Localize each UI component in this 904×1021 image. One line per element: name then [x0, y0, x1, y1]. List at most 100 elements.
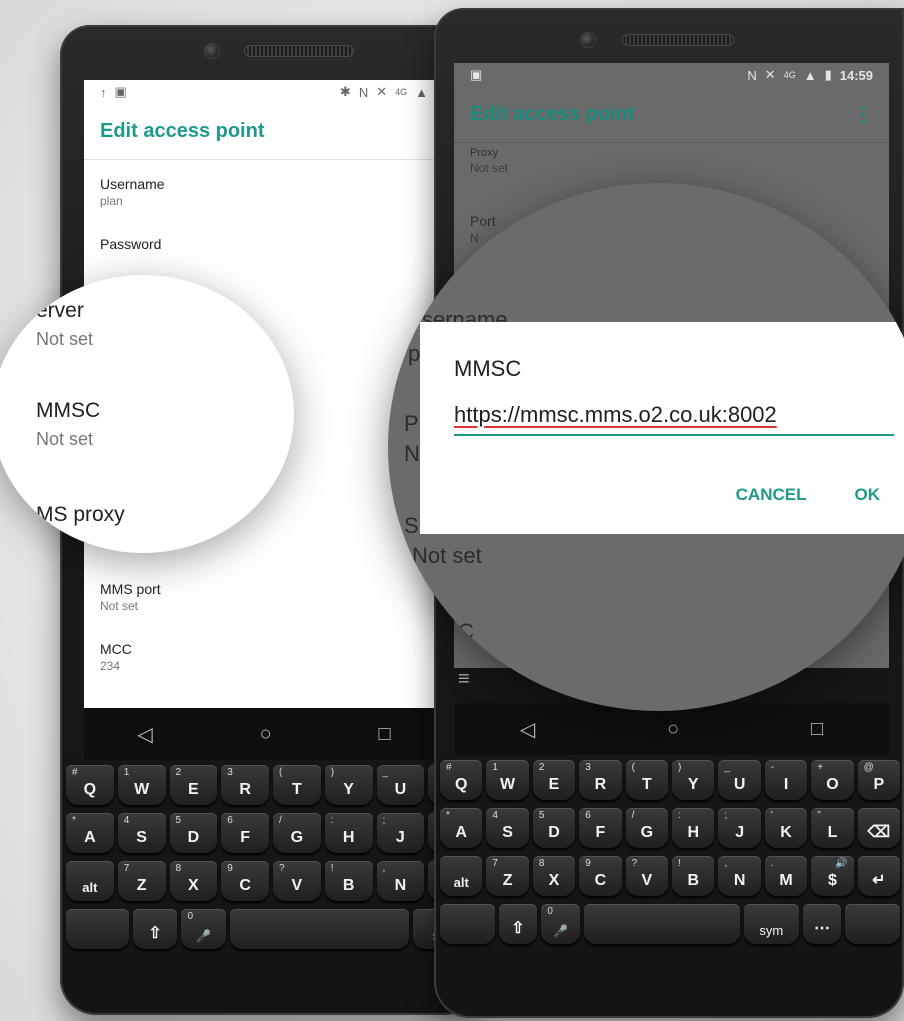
key-b[interactable]: ! B	[672, 856, 715, 896]
key-v[interactable]: ? V	[273, 861, 321, 901]
key-x[interactable]: 8X	[169, 861, 218, 901]
key-dollar[interactable]: 🔊 $	[811, 856, 854, 896]
key-i[interactable]: -I	[764, 760, 808, 800]
key-mic[interactable]: 0 🎤	[181, 909, 227, 949]
key-c[interactable]: 9C	[221, 861, 269, 901]
key-o[interactable]: + O	[811, 760, 854, 800]
key-enter[interactable]: ↵	[857, 856, 901, 896]
dim-text: Not set	[412, 543, 482, 568]
key-space[interactable]	[230, 909, 410, 949]
key-r[interactable]: 3R	[221, 765, 269, 805]
key-d[interactable]: 5D	[169, 813, 218, 853]
mmsc-input[interactable]: https://mmsc.mms.o2.co.uk:8002	[454, 402, 894, 436]
earpiece-speaker	[622, 34, 734, 46]
back-icon[interactable]: ◁	[520, 717, 535, 742]
pref-proxy[interactable]: Proxy Not set	[454, 143, 889, 187]
navigation-bar: ◁ ○ □	[84, 708, 444, 760]
key-q[interactable]: # Q	[66, 765, 114, 805]
key-blank[interactable]	[440, 904, 495, 944]
key-blank-right[interactable]	[845, 904, 900, 944]
key-p[interactable]: @ P	[857, 760, 901, 800]
pref-title: MCC	[100, 641, 132, 657]
key-y[interactable]: ) Y	[672, 760, 715, 800]
key-backspace[interactable]: ⌫	[857, 808, 901, 848]
key-c[interactable]: 9C	[579, 856, 622, 896]
battery-icon: ▮	[824, 67, 832, 82]
clock: 14:59	[839, 67, 873, 83]
key-sym[interactable]: sym	[744, 904, 799, 944]
key-e[interactable]: 2E	[532, 760, 576, 800]
key-g[interactable]: / G	[273, 813, 321, 853]
key-s[interactable]: 4S	[117, 813, 166, 853]
key-g[interactable]: / G	[625, 808, 669, 848]
key-m[interactable]: .M	[764, 856, 808, 896]
pref-mcc[interactable]: MCC 234	[84, 625, 444, 685]
key-s[interactable]: 4S	[486, 808, 529, 848]
pref-mms-port[interactable]: MMS port Not set	[84, 565, 444, 625]
key-u[interactable]: _ U	[376, 765, 425, 805]
camera-icon	[580, 32, 596, 48]
mag-item-title: MMSC	[36, 399, 101, 422]
key-k[interactable]: 'K	[764, 808, 808, 848]
pref-summary: Not set	[100, 599, 139, 613]
key-f[interactable]: 6F	[221, 813, 269, 853]
dim-text: N	[404, 441, 420, 466]
shift-icon: ⇧	[148, 925, 162, 942]
key-j[interactable]: ; J	[376, 813, 425, 853]
app-bar: Edit access point	[84, 104, 444, 160]
key-r[interactable]: 3R	[579, 760, 622, 800]
home-icon[interactable]: ○	[260, 723, 272, 746]
recents-icon[interactable]: □	[378, 723, 390, 746]
key-t[interactable]: (T	[273, 765, 321, 805]
key-space[interactable]	[584, 904, 741, 944]
network-type-icon: 4G	[783, 70, 796, 80]
key-d[interactable]: 5D	[532, 808, 576, 848]
key-f[interactable]: 6F	[579, 808, 622, 848]
pref-username[interactable]: Username plan	[84, 160, 444, 220]
key-mic[interactable]: 0 🎤	[541, 904, 581, 944]
key-b[interactable]: ! B	[324, 861, 373, 901]
ok-button[interactable]: OK	[855, 485, 881, 505]
key-u[interactable]: _ U	[718, 760, 761, 800]
pref-title: Proxy	[470, 147, 499, 159]
home-icon[interactable]: ○	[667, 718, 679, 741]
keyboard-row: alt 7Z 8X 9C ?V !B ,N .M	[66, 861, 476, 901]
mag-item-summary: Not set	[36, 429, 94, 449]
back-icon[interactable]: ◁	[137, 722, 152, 747]
key-a[interactable]: * A	[440, 808, 483, 848]
pref-password[interactable]: Password	[84, 220, 444, 264]
key-shift[interactable]: ⇧	[498, 904, 538, 944]
key-h[interactable]: :H	[324, 813, 373, 853]
key-alt[interactable]: alt	[66, 861, 114, 901]
nfc-icon: N	[358, 84, 369, 100]
key-l[interactable]: " L	[811, 808, 854, 848]
key-y[interactable]: ) Y	[324, 765, 373, 805]
recents-icon[interactable]: □	[811, 718, 823, 741]
key-n[interactable]: ,N	[376, 861, 425, 901]
mag-item-mms-proxy: MS proxy	[36, 503, 125, 527]
image-notification-icon: ▣	[470, 67, 483, 82]
status-bar: ▣ N ✕ 4G ▲ ▮ 14:59	[454, 63, 889, 87]
overflow-menu-icon[interactable]: ⋮	[853, 102, 873, 127]
key-j[interactable]: ; J	[718, 808, 761, 848]
key-blank[interactable]	[66, 909, 129, 949]
network-type-icon: 4G	[395, 87, 408, 97]
key-alt[interactable]: alt	[440, 856, 483, 896]
key-z[interactable]: 7Z	[486, 856, 529, 896]
key-h[interactable]: :H	[672, 808, 715, 848]
key-n[interactable]: ,N	[718, 856, 761, 896]
key-w[interactable]: 1W	[486, 760, 529, 800]
key-a[interactable]: * A	[66, 813, 114, 853]
key-e[interactable]: 2E	[169, 765, 218, 805]
key-app-grid[interactable]: ⋯	[802, 904, 842, 944]
cancel-button[interactable]: CANCEL	[736, 485, 807, 505]
key-shift[interactable]: ⇧	[132, 909, 178, 949]
menu-icon[interactable]: ≡	[458, 668, 470, 690]
key-q[interactable]: # Q	[440, 760, 483, 800]
key-w[interactable]: 1W	[117, 765, 166, 805]
key-v[interactable]: ? V	[625, 856, 669, 896]
key-z[interactable]: 7Z	[117, 861, 166, 901]
key-x[interactable]: 8X	[532, 856, 576, 896]
mag-item-mmsc[interactable]: MMSC Not set	[36, 399, 100, 450]
key-t[interactable]: (T	[625, 760, 669, 800]
